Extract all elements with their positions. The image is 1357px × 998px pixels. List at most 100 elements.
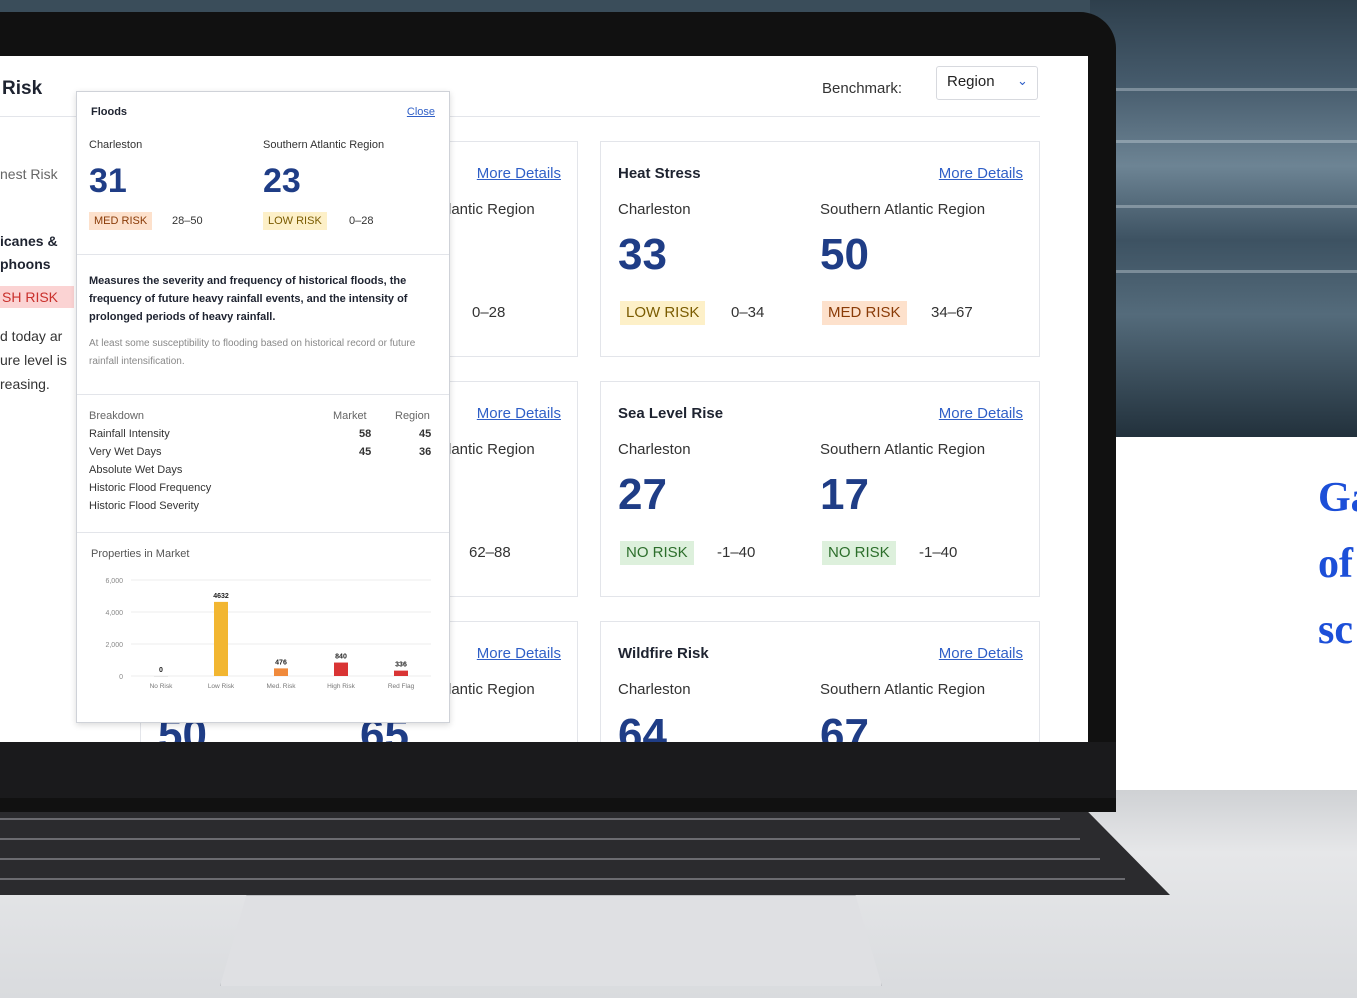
- breakdown-market: 45: [359, 446, 372, 458]
- market-label: Charleston: [618, 441, 691, 458]
- region-score: 50: [820, 230, 869, 279]
- app-screen: Risk Benchmark: Region ⌄ nest Risk icane…: [0, 56, 1088, 742]
- market-label: Charleston: [618, 201, 691, 218]
- properties-chart-title: Properties in Market: [91, 548, 190, 560]
- region-risk-badge: NO RISK: [822, 541, 896, 565]
- summary-line: d today ar: [0, 328, 63, 344]
- divider: [77, 394, 449, 395]
- hazard-name: icanes & phoons: [0, 230, 80, 276]
- laptop-keyboard: [0, 800, 1170, 895]
- y-tick-label: 2,000: [105, 642, 123, 649]
- card-title: Wildfire Risk: [618, 645, 709, 662]
- more-details-link[interactable]: More Details: [939, 645, 1023, 662]
- close-link[interactable]: Close: [407, 106, 435, 118]
- region-score: 23: [263, 162, 301, 200]
- divider: [77, 254, 449, 255]
- y-tick-label: 0: [119, 674, 123, 681]
- market-range: -1–40: [717, 544, 756, 561]
- risk-note: At least some susceptibility to flooding…: [89, 338, 416, 367]
- category-label: High Risk: [327, 683, 356, 690]
- breakdown-header: Breakdown: [89, 410, 145, 422]
- breakdown-region: 45: [419, 428, 432, 440]
- heat-stress-card: Heat Stress More Details Charleston Sout…: [600, 141, 1040, 357]
- region-column-header: Region: [395, 410, 430, 422]
- chevron-down-icon: ⌄: [1017, 73, 1028, 88]
- y-tick-label: 4,000: [105, 610, 123, 617]
- data-label: 476: [275, 659, 287, 666]
- region-label: lantic Region: [448, 681, 535, 698]
- category-label: Red Flag: [388, 683, 415, 690]
- popover-title: Floods: [91, 106, 128, 118]
- market-risk-badge: NO RISK: [620, 541, 694, 565]
- summary-line: reasing.: [0, 376, 50, 392]
- wildfire-risk-card: Wildfire Risk More Details Charleston So…: [600, 621, 1040, 742]
- bar: [394, 670, 408, 676]
- more-details-link[interactable]: More Details: [477, 165, 561, 182]
- more-details-link[interactable]: More Details: [477, 405, 561, 422]
- breakdown-row: Absolute Wet Days: [89, 464, 439, 482]
- bar: [334, 662, 348, 676]
- background-photo: [1090, 0, 1357, 437]
- data-label: 336: [395, 662, 407, 669]
- region-label: Southern Atlantic Region: [263, 139, 385, 151]
- data-label: 840: [335, 654, 347, 661]
- region-risk-badge: LOW RISK: [263, 212, 327, 230]
- market-score: 64: [618, 710, 667, 742]
- data-label: 0: [159, 667, 163, 674]
- benchmark-value: Region: [947, 73, 995, 90]
- region-label: Southern Atlantic Region: [820, 681, 986, 698]
- card-title: Heat Stress: [618, 165, 701, 182]
- market-range: 0–34: [731, 304, 765, 321]
- region-label: lantic Region: [448, 201, 535, 218]
- summary-line: ure level is: [0, 352, 67, 368]
- market-label: Charleston: [89, 139, 143, 151]
- y-tick-label: 6,000: [105, 578, 123, 585]
- market-score: 27: [618, 470, 667, 519]
- breakdown-market: 58: [359, 428, 372, 440]
- breakdown-name: Historic Flood Severity: [89, 500, 200, 512]
- hazard-summary: d today ar ure level is reasing.: [0, 324, 67, 396]
- category-label: Low Risk: [208, 683, 235, 690]
- market-risk-badge: MED RISK: [89, 212, 153, 230]
- hazard-description: Measures the severity and frequency of h…: [89, 275, 408, 323]
- breakdown-row: Historic Flood Frequency: [89, 482, 439, 500]
- bar: [214, 601, 228, 676]
- breakdown-row: Historic Flood Severity: [89, 500, 439, 518]
- breakdown-name: Rainfall Intensity: [89, 428, 170, 440]
- market-column-header: Market: [333, 410, 367, 422]
- promo-line: sc: [1318, 607, 1353, 653]
- high-risk-badge: SH RISK: [0, 286, 74, 308]
- market-risk-badge: LOW RISK: [620, 301, 706, 325]
- more-details-link[interactable]: More Details: [477, 645, 561, 662]
- promo-line: Ga: [1318, 475, 1357, 521]
- benchmark-select[interactable]: Region ⌄: [936, 66, 1038, 100]
- benchmark-label: Benchmark:: [822, 80, 903, 97]
- floods-popover: Floods Close Charleston Southern Atlanti…: [76, 91, 450, 723]
- region-range: 0–28: [472, 304, 506, 321]
- breakdown-name: Very Wet Days: [89, 446, 162, 458]
- region-score: 17: [820, 470, 869, 519]
- region-range: -1–40: [919, 544, 958, 561]
- region-label: lantic Region: [448, 441, 535, 458]
- promo-line: of: [1318, 541, 1353, 587]
- category-label: No Risk: [150, 683, 174, 690]
- category-label: Med. Risk: [267, 683, 297, 690]
- region-label: Southern Atlantic Region: [820, 201, 986, 218]
- more-details-link[interactable]: More Details: [939, 405, 1023, 422]
- market-label: Charleston: [618, 681, 691, 698]
- breakdown-row: Very Wet Days 45 36: [89, 446, 439, 464]
- properties-bar-chart: 0 2,000 4,000 6,000 0 No Risk 4632 Low Risk 476 M…: [105, 578, 431, 690]
- region-range: 0–28: [349, 215, 374, 227]
- data-label: 4632: [213, 593, 229, 600]
- sea-level-rise-card: Sea Level Rise More Details Charleston S…: [600, 381, 1040, 597]
- market-score: 31: [89, 162, 127, 200]
- highest-risk-label: nest Risk: [0, 166, 58, 182]
- breakdown-name: Historic Flood Frequency: [89, 482, 212, 494]
- laptop-trackpad: [220, 895, 882, 986]
- region-score: 67: [820, 710, 869, 742]
- more-details-link[interactable]: More Details: [939, 165, 1023, 182]
- hazard-name-line: icanes &: [0, 233, 58, 249]
- breakdown-row: Rainfall Intensity 58 45: [89, 428, 439, 446]
- market-score: 33: [618, 230, 667, 279]
- region-range: 34–67: [931, 304, 973, 321]
